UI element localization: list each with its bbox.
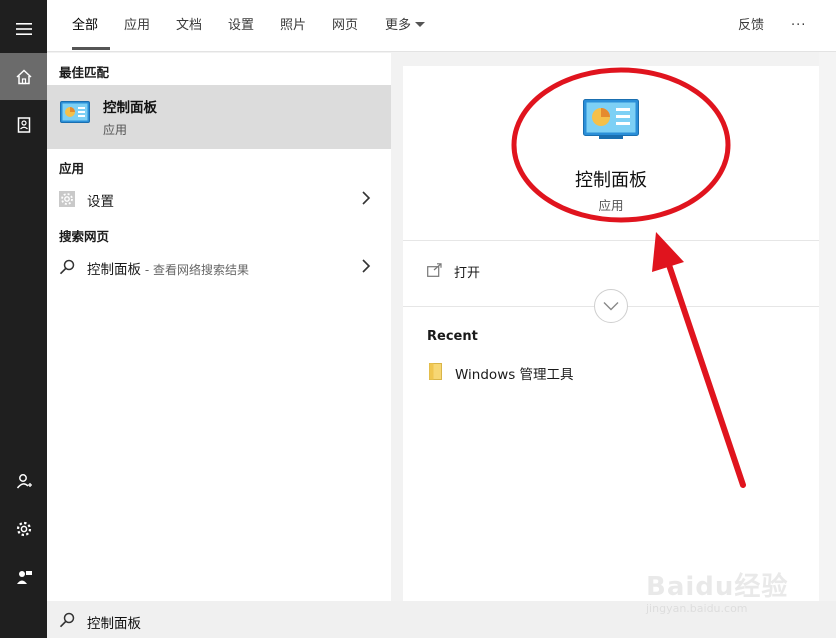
settings-result[interactable]: 设置 [47,184,391,214]
web-search-hint: - 查看网络搜索结果 [141,263,249,277]
watermark-text: Baidu经验 [646,572,789,602]
tab-more-label: 更多 [385,18,412,33]
chevron-right-icon [362,191,371,205]
results-list: 最佳匹配 控制面板 应用 应用 设置 搜索网页 控制面板 - 查看网络搜索结果 [47,53,391,601]
baidu-watermark: Baidu经验 jingyan.baidu.com [640,560,800,630]
more-options-button[interactable]: ··· [791,17,806,39]
gear-icon [16,521,31,536]
expand-button[interactable] [594,289,628,323]
notebook-icon [17,116,30,133]
home-button[interactable] [0,53,47,100]
background-window-edge [819,52,836,638]
search-web-heading: 搜索网页 [59,229,110,244]
search-input[interactable]: 控制面板 [87,612,141,632]
search-scope-tabs: 全部 应用 文档 设置 照片 网页 更多 反馈 ··· [47,0,836,52]
gear-icon [59,191,75,207]
tab-documents[interactable]: 文档 [176,17,202,39]
home-icon [15,68,32,84]
tab-web[interactable]: 网页 [332,17,358,39]
chevron-right-icon [362,259,371,273]
tab-settings[interactable]: 设置 [228,17,254,39]
tab-photos[interactable]: 照片 [280,17,306,39]
feedback-button[interactable]: 反馈 [738,17,764,39]
feedback-person-icon [16,570,32,584]
best-match-subtitle: 应用 [103,123,128,137]
folder-icon [429,363,442,380]
active-tab-indicator [72,47,110,50]
recent-item-label: Windows 管理工具 [455,367,574,383]
recent-heading: Recent [427,329,478,344]
divider [403,240,819,241]
best-match-title: 控制面板 [103,100,157,116]
account-button[interactable] [0,457,47,504]
open-icon [427,263,442,277]
hamburger-menu-button[interactable] [0,5,47,52]
preview-subtitle: 应用 [598,198,624,213]
feedback-hub-button[interactable] [0,553,47,600]
start-sidebar [0,0,47,638]
user-icon [16,473,32,488]
best-match-result[interactable]: 控制面板 应用 [47,85,391,149]
settings-result-label: 设置 [87,194,114,210]
control-panel-icon [60,101,90,123]
preview-pane: 控制面板 应用 打开 Recent Windows 管理工具 [403,66,819,601]
best-match-heading: 最佳匹配 [59,65,110,80]
search-icon [59,259,75,275]
preview-title: 控制面板 [575,170,647,191]
open-label: 打开 [454,266,481,281]
settings-button[interactable] [0,505,47,552]
chevron-down-icon [415,22,426,27]
apps-heading: 应用 [59,161,85,176]
tab-all[interactable]: 全部 [72,17,98,39]
chevron-down-icon [603,302,619,311]
web-search-query: 控制面板 [87,262,141,278]
notebook-button[interactable] [0,101,47,148]
web-search-result[interactable]: 控制面板 - 查看网络搜索结果 [47,252,391,282]
hamburger-icon [15,22,32,35]
tab-more[interactable]: 更多 [385,17,426,39]
watermark-url: jingyan.baidu.com [646,602,748,615]
web-search-result-label: 控制面板 - 查看网络搜索结果 [87,258,249,278]
control-panel-icon [583,99,639,139]
tab-apps[interactable]: 应用 [124,17,150,39]
search-icon [59,612,75,628]
